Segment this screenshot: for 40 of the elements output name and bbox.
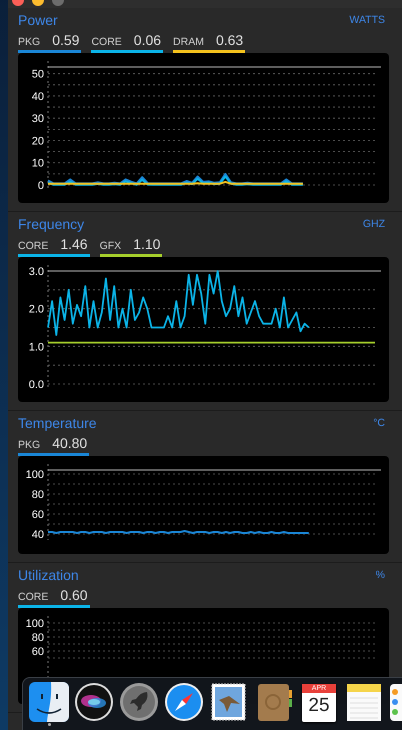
legend-label: DRAM xyxy=(173,36,204,48)
y-axis-label: 20 xyxy=(32,135,44,148)
legend-value: 0.60 xyxy=(60,587,88,603)
section-title: Utilization xyxy=(18,567,79,583)
y-axis-label: 2.0 xyxy=(28,304,44,316)
y-axis-label: 100 xyxy=(26,618,44,630)
unit-label: WATTS xyxy=(349,14,386,26)
y-axis-label: 10 xyxy=(32,158,44,170)
y-axis-label: 80 xyxy=(32,632,44,644)
y-axis-label: 80 xyxy=(32,489,44,501)
legend-value: 1.46 xyxy=(60,236,88,252)
y-axis-label: 50 xyxy=(32,68,44,81)
y-axis-label: 1.0 xyxy=(28,341,44,354)
legend-label: CORE xyxy=(18,591,48,603)
y-axis-label: 60 xyxy=(32,509,44,521)
legend-label: PKG xyxy=(18,439,40,451)
legend-label: CORE xyxy=(91,36,122,48)
y-axis-label: 30 xyxy=(32,113,44,126)
y-axis-label: 3.0 xyxy=(28,266,44,278)
y-axis-label: 40 xyxy=(32,90,44,103)
legend-label: CORE xyxy=(18,240,48,252)
unit-label: GHZ xyxy=(362,218,386,230)
legend-value: 0.59 xyxy=(52,32,80,48)
section-title: Temperature xyxy=(18,415,97,431)
section-title: Frequency xyxy=(18,216,84,232)
legend-label: PKG xyxy=(18,36,40,48)
legend-value: 0.63 xyxy=(216,32,244,48)
y-axis-label: 0 xyxy=(38,180,44,192)
y-axis-label: 100 xyxy=(26,469,44,481)
unit-label: % xyxy=(376,569,386,581)
legend-value: 1.10 xyxy=(133,236,160,252)
legend-label: GFX xyxy=(100,240,122,252)
day-number: 25 xyxy=(308,694,330,718)
legend-value: 0.06 xyxy=(134,32,162,48)
unit-label: °C xyxy=(373,417,386,429)
legend-value: 40.80 xyxy=(52,435,88,451)
y-axis-label: 0.0 xyxy=(28,379,44,391)
y-axis-label: 60 xyxy=(32,646,44,658)
y-axis-label: 40 xyxy=(32,529,44,541)
section-title: Power xyxy=(18,12,58,28)
